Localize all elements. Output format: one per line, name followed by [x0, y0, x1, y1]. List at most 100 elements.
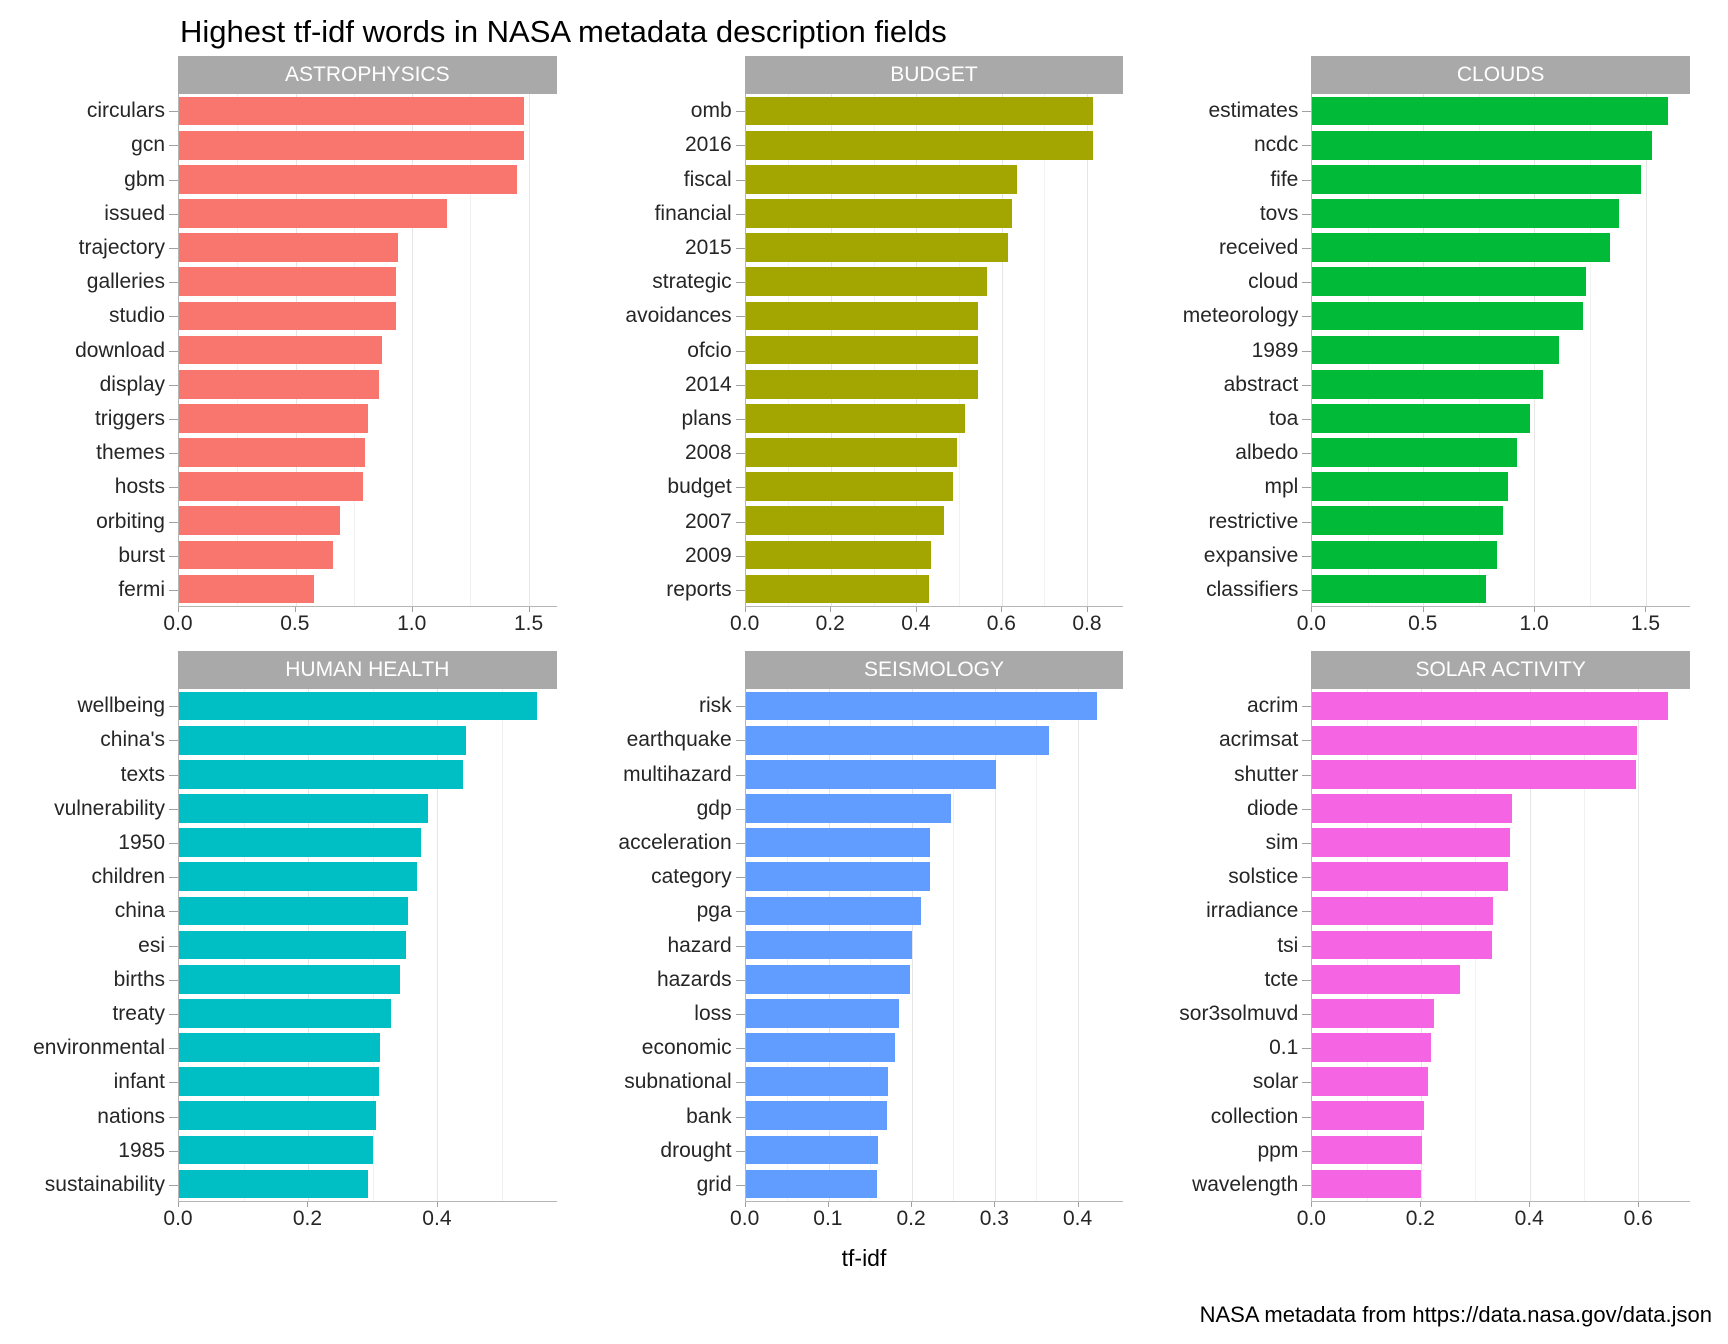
- bar-slot: [179, 689, 557, 723]
- x-axis: 0.0 0.5 1.0 1.5: [1141, 607, 1690, 641]
- y-axis-tick-label: 2007: [575, 504, 745, 538]
- bar-series: [745, 94, 1124, 606]
- y-axis-tick-label: acceleration: [575, 826, 745, 860]
- facet-strip-label: BUDGET: [744, 56, 1124, 94]
- bar-slot: [1312, 128, 1690, 162]
- y-axis-tick-label: grid: [575, 1168, 745, 1202]
- bar-slot: [179, 401, 557, 435]
- y-axis-tick-label: estimates: [1141, 94, 1312, 128]
- bar-slot: [1312, 1030, 1690, 1064]
- bar-slot: [179, 367, 557, 401]
- x-axis-ticks: 0.0 0.2 0.4 0.6: [1297, 1202, 1690, 1236]
- y-axis-tick-label: galleries: [8, 265, 178, 299]
- y-axis-tick-label: ncdc: [1141, 128, 1312, 162]
- bar-series: [179, 94, 557, 606]
- y-axis-tick-label: budget: [575, 470, 745, 504]
- y-axis-tick-label: fiscal: [575, 162, 745, 196]
- y-axis-tick-label: wavelength: [1141, 1168, 1312, 1202]
- bar-slot: [745, 333, 1124, 367]
- bar-slot: [1312, 435, 1690, 469]
- y-axis-tick-label: children: [8, 860, 178, 894]
- bar: [745, 930, 912, 960]
- bar-slot: [745, 265, 1124, 299]
- bar: [745, 267, 987, 297]
- bar: [1312, 233, 1611, 262]
- y-axis-tick-label: acrim: [1141, 689, 1312, 723]
- x-axis: 0.0 0.2 0.4 0.6: [1141, 1202, 1690, 1236]
- bar: [745, 760, 997, 789]
- plot-area: [178, 689, 557, 1202]
- y-axis-tick-label: studio: [8, 299, 178, 333]
- bar: [1312, 794, 1513, 823]
- bar-slot: [179, 826, 557, 860]
- bar: [179, 930, 407, 960]
- bar-slot: [1312, 1065, 1690, 1099]
- y-axis-tick-label: gdp: [575, 792, 745, 826]
- y-axis-tick-label: classifiers: [1141, 573, 1312, 607]
- bar: [179, 1169, 369, 1199]
- bar: [745, 794, 951, 823]
- bar-slot: [179, 196, 557, 230]
- x-axis-tick-label: 1.0: [1519, 612, 1549, 635]
- bar-slot: [1312, 894, 1690, 928]
- bar-slot: [1312, 231, 1690, 265]
- y-axis-labels: estimates ncdc fife tovs received cloud meteor…: [1141, 94, 1312, 607]
- x-axis-tick-label: 0.6: [986, 612, 1016, 635]
- y-axis-tick-label: 2016: [575, 128, 745, 162]
- bar: [1312, 1135, 1422, 1165]
- bar-slot: [745, 1065, 1124, 1099]
- bar-slot: [745, 723, 1124, 757]
- bar: [745, 1135, 879, 1165]
- y-axis-tick-label: 1989: [1141, 333, 1312, 367]
- bar: [179, 964, 401, 994]
- y-axis-tick-label: tovs: [1141, 197, 1312, 231]
- bar: [1312, 506, 1504, 536]
- y-axis-tick-label: treaty: [8, 997, 178, 1031]
- bar-slot: [1312, 572, 1690, 606]
- bar: [745, 691, 1097, 721]
- y-axis-tick-label: acrimsat: [1141, 723, 1312, 757]
- y-axis-tick-label: solar: [1141, 1065, 1312, 1099]
- bar-slot: [1312, 94, 1690, 128]
- x-axis-tick-label: 0.0: [163, 1207, 193, 1230]
- y-axis-tick-label: infant: [8, 1065, 178, 1099]
- bar: [1312, 760, 1636, 789]
- y-axis-tick-label: drought: [575, 1134, 745, 1168]
- y-axis-tick-label: reports: [575, 573, 745, 607]
- y-axis-tick-label: abstract: [1141, 368, 1312, 402]
- y-axis-tick-label: strategic: [575, 265, 745, 299]
- bar-slot: [745, 196, 1124, 230]
- y-axis-tick-label: avoidances: [575, 299, 745, 333]
- bar: [745, 199, 1013, 228]
- facet-grid: ASTROPHYSICS circulars gcn gbm issued traject…: [8, 56, 1708, 1236]
- bar: [179, 1101, 376, 1131]
- bar-slot: [745, 860, 1124, 894]
- y-axis-tick-label: hazard: [575, 928, 745, 962]
- bar-slot: [745, 1133, 1124, 1167]
- facet-panel: SOLAR ACTIVITY acrim acrimsat shutter diode s…: [1141, 651, 1708, 1236]
- bar-slot: [745, 1167, 1124, 1201]
- x-axis-spacer: [1141, 1202, 1311, 1236]
- bar-slot: [1312, 367, 1690, 401]
- bar: [1312, 540, 1497, 570]
- bar-slot: [745, 894, 1124, 928]
- bar-slot: [179, 860, 557, 894]
- x-axis-tick-label: 0.0: [1296, 1207, 1326, 1230]
- bar: [745, 540, 932, 570]
- bar-slot: [745, 1099, 1124, 1133]
- bar-slot: [179, 791, 557, 825]
- y-axis-tick-label: sustainability: [8, 1168, 178, 1202]
- bar-slot: [179, 996, 557, 1030]
- bar-slot: [179, 928, 557, 962]
- y-axis-tick-label: plans: [575, 402, 745, 436]
- y-axis-tick-label: earthquake: [575, 723, 745, 757]
- bar: [1312, 1033, 1431, 1062]
- y-axis-tick-label: 1985: [8, 1134, 178, 1168]
- x-axis-tick-label: 0.8: [1072, 612, 1102, 635]
- bar-slot: [1312, 504, 1690, 538]
- y-axis-tick-label: loss: [575, 997, 745, 1031]
- bar: [745, 233, 1009, 262]
- bar: [1312, 725, 1638, 755]
- x-axis-tick-label: 0.2: [292, 1207, 323, 1230]
- bar-slot: [1312, 538, 1690, 572]
